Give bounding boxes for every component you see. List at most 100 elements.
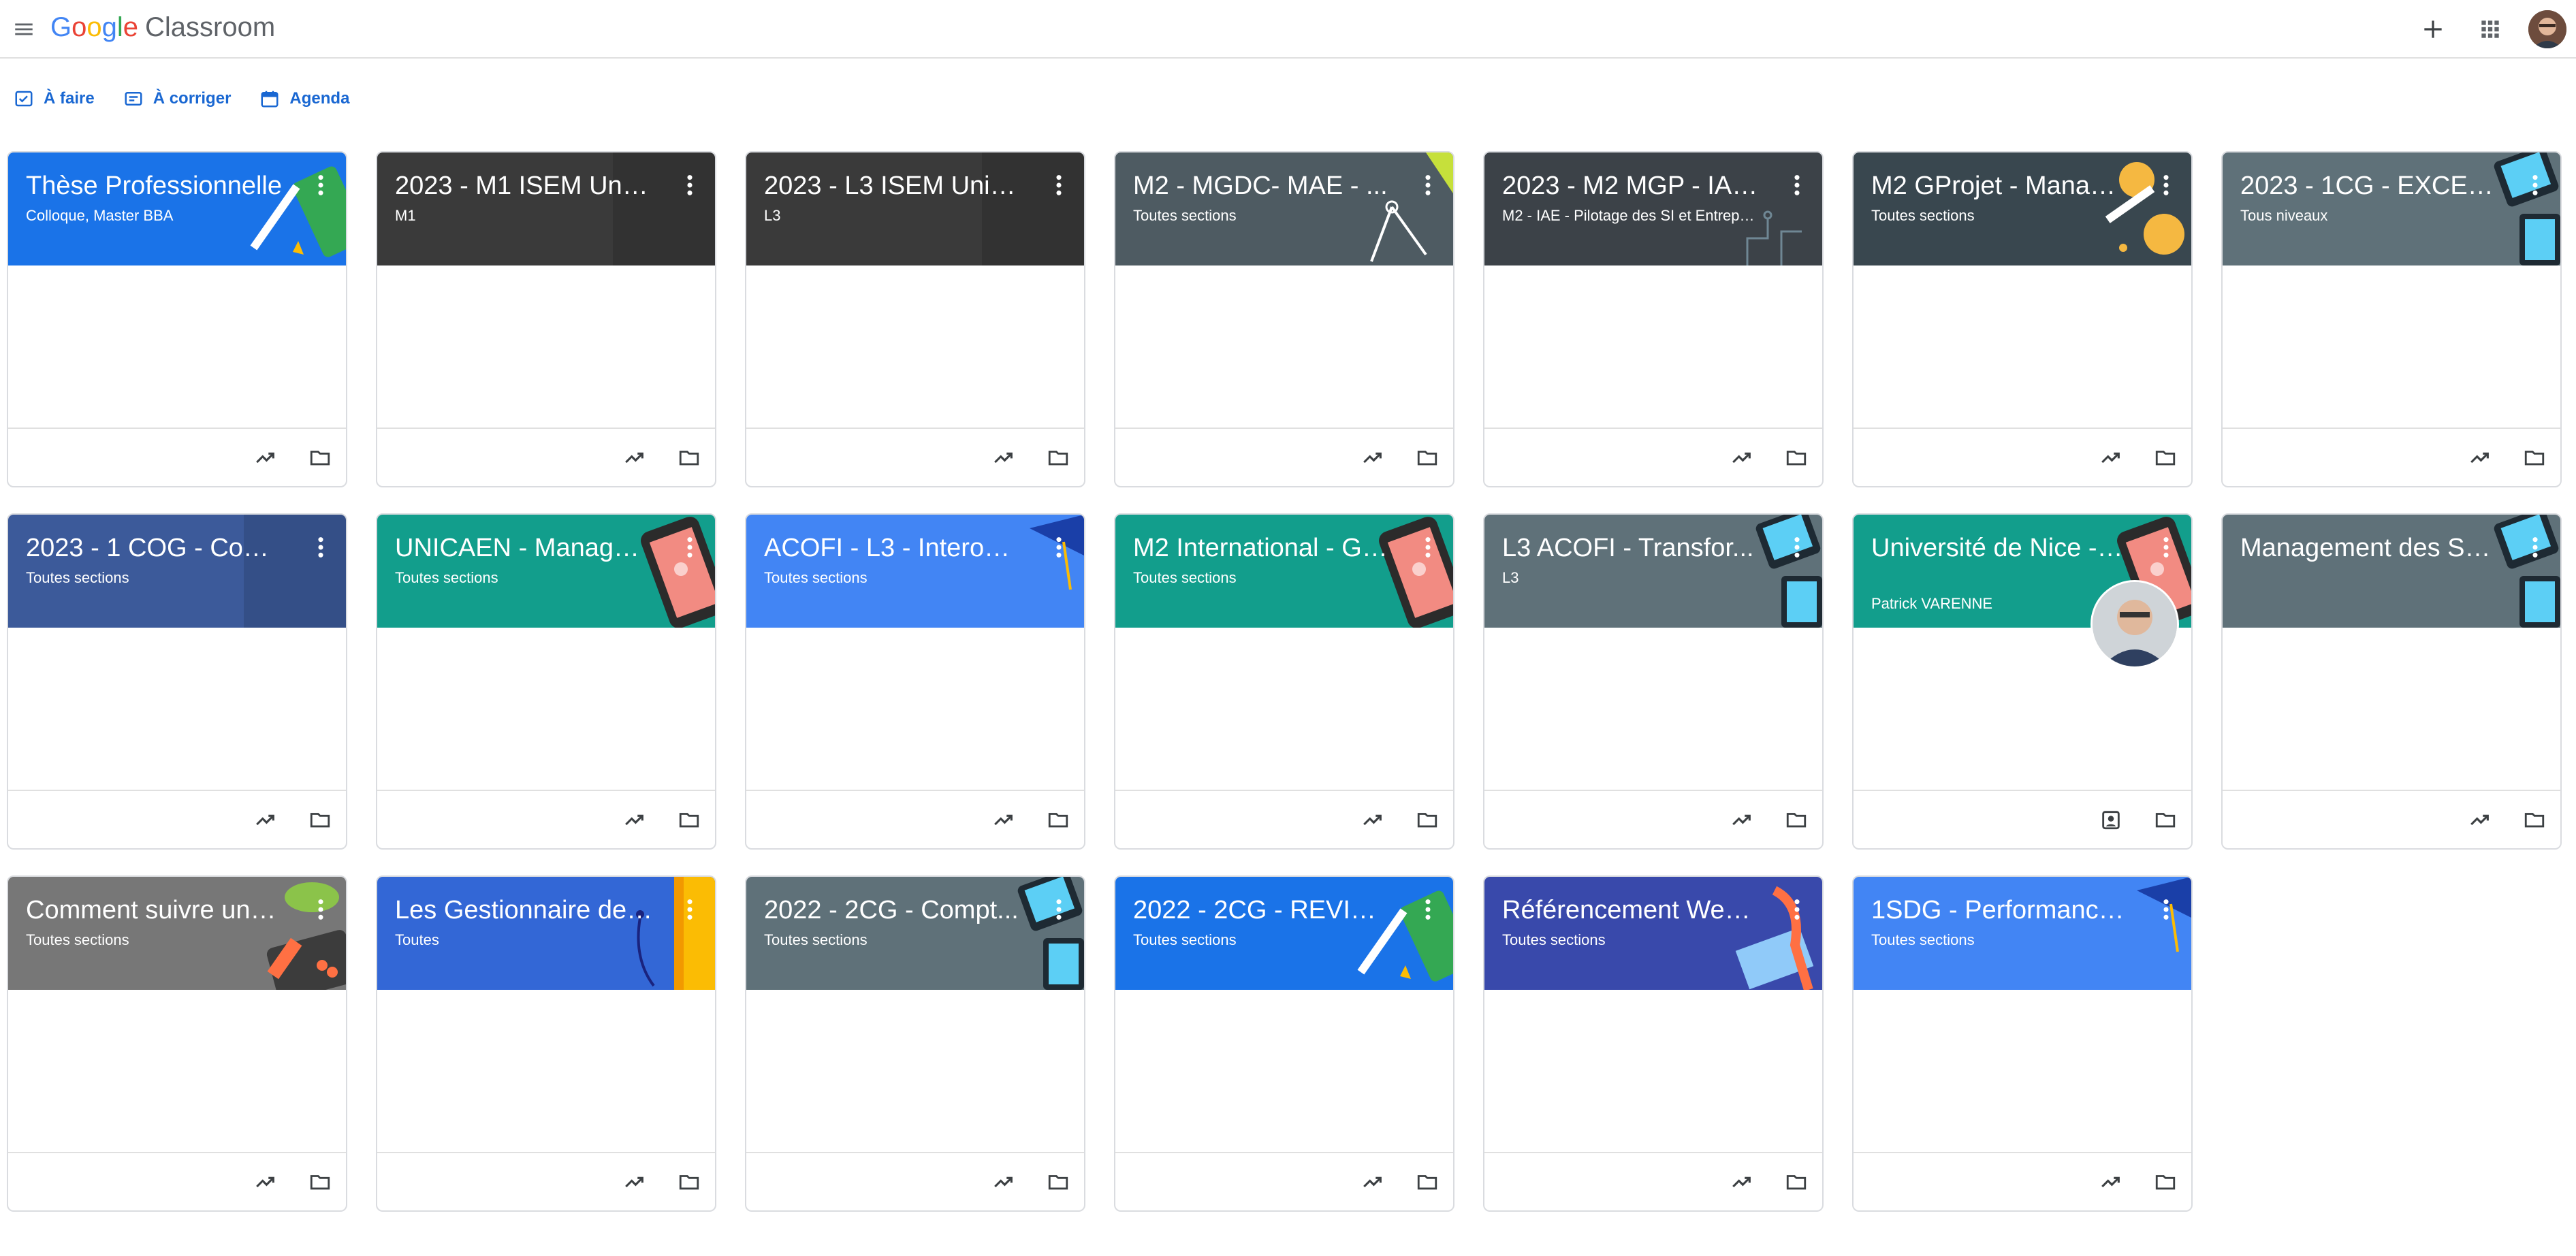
class-title[interactable]: 2023 - 1CG - EXCEL 1... bbox=[2240, 172, 2499, 201]
class-title[interactable]: M2 - MGDC- MAE - ... bbox=[1133, 172, 1392, 201]
class-card-header[interactable]: 1SDG - Performance... Toutes sections bbox=[1854, 877, 2191, 990]
class-card-header[interactable]: Les Gestionnaire de ... Toutes bbox=[377, 877, 715, 990]
open-gradebook-button[interactable] bbox=[989, 805, 1019, 835]
to-review-link[interactable]: À corriger bbox=[123, 88, 231, 109]
class-title[interactable]: 2023 - M2 MGP - IAE ... bbox=[1502, 172, 1761, 201]
class-title[interactable]: 2023 - 1 COG - Com... bbox=[26, 534, 285, 563]
class-options-button[interactable] bbox=[2156, 534, 2176, 561]
class-card-header[interactable]: Comment suivre une ... Toutes sections bbox=[8, 877, 346, 990]
class-card-header[interactable]: Thèse Professionnelle Colloque, Master BB… bbox=[8, 152, 346, 265]
class-options-button[interactable] bbox=[311, 896, 331, 923]
class-options-button[interactable] bbox=[1787, 896, 1807, 923]
class-title[interactable]: 2022 - 2CG - REVISI... bbox=[1133, 896, 1392, 925]
class-card-header[interactable]: Référencement Web ... Toutes sections bbox=[1484, 877, 1822, 990]
class-title[interactable]: UNICAEN - Management bbox=[395, 534, 654, 563]
google-apps-button[interactable] bbox=[2471, 10, 2509, 48]
open-drive-folder-button[interactable] bbox=[305, 442, 335, 472]
class-card-header[interactable]: Management des Sys... bbox=[2223, 515, 2560, 628]
class-title[interactable]: Comment suivre une ... bbox=[26, 896, 285, 925]
open-gradebook-button[interactable] bbox=[1358, 442, 1388, 472]
class-card-header[interactable]: 2023 - M2 MGP - IAE ... M2 - IAE - Pilota… bbox=[1484, 152, 1822, 265]
account-avatar[interactable] bbox=[2528, 10, 2566, 48]
class-card-header[interactable]: ACOFI - L3 - Interopérabilité Toutes sect… bbox=[746, 515, 1084, 628]
class-options-button[interactable] bbox=[2525, 534, 2545, 561]
class-title[interactable]: Management des Sys... bbox=[2240, 534, 2499, 563]
open-drive-folder-button[interactable] bbox=[1412, 1167, 1442, 1197]
open-gradebook-button[interactable] bbox=[2096, 1167, 2126, 1197]
open-drive-folder-button[interactable] bbox=[2519, 442, 2549, 472]
class-title[interactable]: ACOFI - L3 - Interopérabilité bbox=[764, 534, 1023, 563]
class-title[interactable]: 1SDG - Performance... bbox=[1871, 896, 2130, 925]
open-drive-folder-button[interactable] bbox=[2150, 442, 2180, 472]
class-options-button[interactable] bbox=[1049, 896, 1069, 923]
open-gradebook-button[interactable] bbox=[620, 805, 650, 835]
open-gradebook-button[interactable] bbox=[989, 442, 1019, 472]
class-title[interactable]: Référencement Web ... bbox=[1502, 896, 1761, 925]
open-drive-folder-button[interactable] bbox=[674, 442, 704, 472]
open-gradebook-button[interactable] bbox=[620, 442, 650, 472]
class-title[interactable]: Université de Nice - I... bbox=[1871, 534, 2130, 563]
class-card-header[interactable]: 2023 - 1CG - EXCEL 1... Tous niveaux bbox=[2223, 152, 2560, 265]
class-options-button[interactable] bbox=[1787, 534, 1807, 561]
class-card-header[interactable]: M2 International - Ge... Toutes sections bbox=[1115, 515, 1453, 628]
open-drive-folder-button[interactable] bbox=[1043, 1167, 1073, 1197]
class-options-button[interactable] bbox=[680, 172, 700, 199]
app-logo[interactable]: Google Classroom bbox=[50, 7, 275, 48]
class-options-button[interactable] bbox=[680, 896, 700, 923]
open-drive-folder-button[interactable] bbox=[2150, 805, 2180, 835]
class-card-header[interactable]: L3 ACOFI - Transfor... L3 bbox=[1484, 515, 1822, 628]
open-drive-folder-button[interactable] bbox=[1043, 805, 1073, 835]
open-drive-folder-button[interactable] bbox=[2150, 1167, 2180, 1197]
class-options-button[interactable] bbox=[1418, 534, 1438, 561]
class-options-button[interactable] bbox=[1418, 896, 1438, 923]
class-options-button[interactable] bbox=[1418, 172, 1438, 199]
class-options-button[interactable] bbox=[1787, 172, 1807, 199]
class-title[interactable]: L3 ACOFI - Transfor... bbox=[1502, 534, 1761, 563]
class-title[interactable]: 2022 - 2CG - Compt... bbox=[764, 896, 1023, 925]
open-drive-folder-button[interactable] bbox=[2519, 805, 2549, 835]
open-gradebook-button[interactable] bbox=[251, 805, 281, 835]
open-student-work-button[interactable] bbox=[2096, 805, 2126, 835]
class-card-header[interactable]: M2 GProjet - Management Toutes sections bbox=[1854, 152, 2191, 265]
class-title[interactable]: 2023 - M1 ISEM Université bbox=[395, 172, 654, 201]
open-gradebook-button[interactable] bbox=[1358, 1167, 1388, 1197]
class-title[interactable]: Les Gestionnaire de ... bbox=[395, 896, 654, 925]
open-drive-folder-button[interactable] bbox=[1781, 1167, 1811, 1197]
open-gradebook-button[interactable] bbox=[251, 442, 281, 472]
open-drive-folder-button[interactable] bbox=[1412, 805, 1442, 835]
open-drive-folder-button[interactable] bbox=[674, 805, 704, 835]
class-title[interactable]: Thèse Professionnelle bbox=[26, 172, 285, 201]
class-title[interactable]: M2 GProjet - Management bbox=[1871, 172, 2130, 201]
class-title[interactable]: 2023 - L3 ISEM Université bbox=[764, 172, 1023, 201]
class-card-header[interactable]: UNICAEN - Management Toutes sections bbox=[377, 515, 715, 628]
class-options-button[interactable] bbox=[1049, 172, 1069, 199]
open-drive-folder-button[interactable] bbox=[305, 1167, 335, 1197]
open-gradebook-button[interactable] bbox=[2465, 442, 2495, 472]
class-options-button[interactable] bbox=[2156, 896, 2176, 923]
open-gradebook-button[interactable] bbox=[989, 1167, 1019, 1197]
open-gradebook-button[interactable] bbox=[1727, 442, 1757, 472]
class-options-button[interactable] bbox=[680, 534, 700, 561]
open-gradebook-button[interactable] bbox=[620, 1167, 650, 1197]
calendar-link[interactable]: Agenda bbox=[259, 88, 349, 109]
open-drive-folder-button[interactable] bbox=[1412, 442, 1442, 472]
open-gradebook-button[interactable] bbox=[1727, 805, 1757, 835]
class-options-button[interactable] bbox=[2525, 172, 2545, 199]
class-card-header[interactable]: 2023 - L3 ISEM Université L3 bbox=[746, 152, 1084, 265]
class-options-button[interactable] bbox=[311, 172, 331, 199]
class-card-header[interactable]: M2 - MGDC- MAE - ... Toutes sections bbox=[1115, 152, 1453, 265]
class-options-button[interactable] bbox=[1049, 534, 1069, 561]
create-or-join-class-button[interactable] bbox=[2414, 10, 2452, 48]
open-drive-folder-button[interactable] bbox=[1781, 442, 1811, 472]
open-gradebook-button[interactable] bbox=[2465, 805, 2495, 835]
class-card-header[interactable]: 2022 - 2CG - Compt... Toutes sections bbox=[746, 877, 1084, 990]
todo-link[interactable]: À faire bbox=[14, 88, 95, 109]
open-drive-folder-button[interactable] bbox=[674, 1167, 704, 1197]
open-drive-folder-button[interactable] bbox=[1043, 442, 1073, 472]
main-menu-button[interactable] bbox=[7, 12, 41, 46]
class-title[interactable]: M2 International - Ge... bbox=[1133, 534, 1392, 563]
class-card-header[interactable]: 2023 - 1 COG - Com... Toutes sections bbox=[8, 515, 346, 628]
open-gradebook-button[interactable] bbox=[251, 1167, 281, 1197]
class-card-header[interactable]: 2022 - 2CG - REVISI... Toutes sections bbox=[1115, 877, 1453, 990]
open-gradebook-button[interactable] bbox=[1358, 805, 1388, 835]
